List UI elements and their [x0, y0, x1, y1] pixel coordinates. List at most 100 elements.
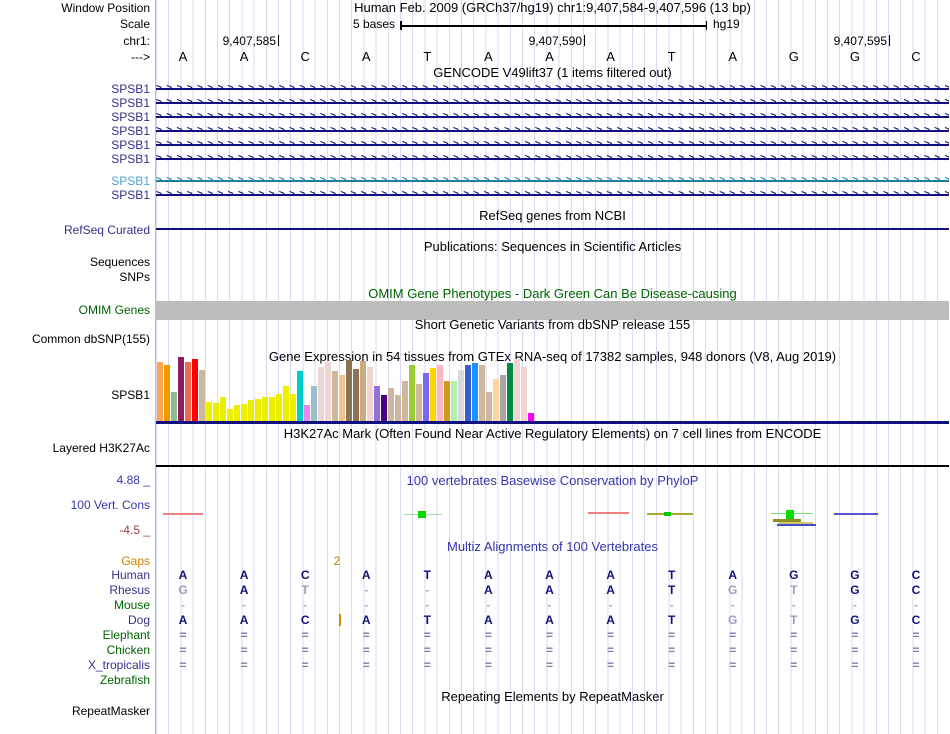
repeatmasker-track-title[interactable]: Repeating Elements by RepeatMasker [156, 690, 949, 704]
gtex-tissue-bar [346, 360, 352, 421]
alignment-base: A [239, 613, 249, 627]
publications-track-title[interactable]: Publications: Sequences in Scientific Ar… [156, 240, 949, 254]
gencode-transcript-label[interactable]: SPSB1 [0, 174, 150, 188]
h3k27ac-track-title[interactable]: H3K27Ac Mark (Often Found Near Active Re… [156, 427, 949, 441]
gencode-transcript-row[interactable]: >>>>>>>>>>>>>>>>>>>>>>>>>>>>>>>>>>>>>>>>… [156, 97, 949, 109]
transcript-arrowheads: >>>>>>>>>>>>>>>>>>>>>>>>>>>>>>>>>>>>>>>>… [156, 97, 949, 108]
conservation-feature [664, 512, 671, 516]
reference-base: A [239, 49, 249, 64]
alignment-base: = [851, 628, 859, 642]
gencode-transcript-label[interactable]: SPSB1 [0, 96, 150, 110]
omim-genes-label[interactable]: OMIM Genes [0, 303, 150, 317]
gtex-tissue-bar [388, 388, 394, 421]
alignment-base: = [545, 658, 553, 672]
multiz-species-label-dog[interactable]: Dog [0, 613, 150, 627]
alignment-base: = [851, 658, 859, 672]
alignment-base: - [242, 598, 247, 612]
alignment-base: - [425, 583, 430, 597]
refseq-curated-gene-line[interactable] [156, 228, 949, 230]
alignment-base: C [911, 568, 921, 582]
ruler-tick [278, 35, 279, 46]
gencode-transcript-row[interactable]: >>>>>>>>>>>>>>>>>>>>>>>>>>>>>>>>>>>>>>>>… [156, 111, 949, 123]
gtex-tissue-bar [500, 375, 506, 421]
gencode-transcript-row[interactable]: >>>>>>>>>>>>>>>>>>>>>>>>>>>>>>>>>>>>>>>>… [156, 189, 949, 201]
gencode-transcript-row[interactable]: >>>>>>>>>>>>>>>>>>>>>>>>>>>>>>>>>>>>>>>>… [156, 125, 949, 137]
reference-base: A [545, 49, 554, 64]
gencode-track-title[interactable]: GENCODE V49lift37 (1 items filtered out) [156, 66, 949, 80]
gencode-transcript-row[interactable]: >>>>>>>>>>>>>>>>>>>>>>>>>>>>>>>>>>>>>>>>… [156, 83, 949, 95]
alignment-base: A [178, 613, 188, 627]
dbsnp-track-title[interactable]: Short Genetic Variants from dbSNP releas… [156, 318, 949, 332]
alignment-base: A [361, 568, 371, 582]
reference-base: A [484, 49, 493, 64]
sequences-label[interactable]: Sequences [0, 255, 150, 269]
conservation-feature [163, 513, 203, 515]
multiz-species-label-x_tropicalis[interactable]: X_tropicalis [0, 658, 150, 672]
alignment-base: G [850, 583, 860, 597]
scale-bases-label: 5 bases [352, 17, 395, 31]
scale-bar-line [400, 25, 707, 27]
alignment-base: = [240, 628, 248, 642]
alignment-base: = [607, 643, 615, 657]
gencode-transcript-label[interactable]: SPSB1 [0, 152, 150, 166]
snps-label[interactable]: SNPs [0, 270, 150, 284]
gencode-transcript-label[interactable]: SPSB1 [0, 82, 150, 96]
multiz-species-label-mouse[interactable]: Mouse [0, 598, 150, 612]
multiz-species-label-human[interactable]: Human [0, 568, 150, 582]
alignment-base: = [912, 628, 920, 642]
gencode-transcript-label[interactable]: SPSB1 [0, 138, 150, 152]
gtex-tissue-bar [472, 363, 478, 421]
vert-cons-label[interactable]: 100 Vert. Cons [0, 498, 150, 512]
gtex-tissue-bar [353, 369, 359, 421]
assembly-position-title: Human Feb. 2009 (GRCh37/hg19) chr1:9,407… [354, 0, 751, 15]
alignment-base: = [301, 628, 309, 642]
gtex-tissue-bar [360, 361, 366, 421]
alignment-base: G [728, 613, 738, 627]
alignment-base: = [423, 628, 431, 642]
repeatmasker-label[interactable]: RepeatMasker [0, 704, 150, 718]
gencode-transcript-label[interactable]: SPSB1 [0, 188, 150, 202]
gtex-tissue-bar [206, 402, 212, 421]
gtex-track-title[interactable]: Gene Expression in 54 tissues from GTEx … [156, 350, 949, 364]
alignment-base: = [545, 628, 553, 642]
gencode-transcript-row[interactable]: >>>>>>>>>>>>>>>>>>>>>>>>>>>>>>>>>>>>>>>>… [156, 153, 949, 165]
alignment-base: = [484, 628, 492, 642]
alignment-base: - [913, 598, 918, 612]
alignment-base: A [606, 568, 615, 582]
omim-track-title[interactable]: OMIM Gene Phenotypes - Dark Green Can Be… [156, 287, 949, 301]
refseq-curated-label[interactable]: RefSeq Curated [0, 223, 150, 237]
gencode-transcript-label[interactable]: SPSB1 [0, 110, 150, 124]
transcript-arrowheads: >>>>>>>>>>>>>>>>>>>>>>>>>>>>>>>>>>>>>>>>… [156, 175, 949, 186]
gencode-transcript-row[interactable]: >>>>>>>>>>>>>>>>>>>>>>>>>>>>>>>>>>>>>>>>… [156, 139, 949, 151]
conservation-feature [588, 512, 629, 514]
gtex-gene-label[interactable]: SPSB1 [0, 388, 150, 402]
alignment-base: - [669, 598, 674, 612]
multiz-species-label-zebrafish[interactable]: Zebrafish [0, 673, 150, 687]
alignment-base: = [423, 658, 431, 672]
common-dbsnp-label[interactable]: Common dbSNP(155) [0, 332, 150, 346]
transcript-arrowheads: >>>>>>>>>>>>>>>>>>>>>>>>>>>>>>>>>>>>>>>>… [156, 139, 949, 150]
gtex-tissue-bar [241, 404, 247, 421]
transcript-arrowheads: >>>>>>>>>>>>>>>>>>>>>>>>>>>>>>>>>>>>>>>>… [156, 111, 949, 122]
conservation-track-title[interactable]: 100 vertebrates Basewise Conservation by… [156, 474, 949, 488]
multiz-species-label-gaps[interactable]: Gaps [0, 554, 150, 568]
gap-count: 2 [333, 554, 341, 568]
gtex-tissue-bar [318, 367, 324, 421]
alignment-base: = [240, 658, 248, 672]
scale-label: Scale [119, 17, 150, 31]
multiz-species-label-elephant[interactable]: Elephant [0, 628, 150, 642]
alignment-base: - [852, 598, 857, 612]
gencode-transcript-label[interactable]: SPSB1 [0, 124, 150, 138]
multiz-species-label-chicken[interactable]: Chicken [0, 643, 150, 657]
gencode-transcript-row[interactable]: >>>>>>>>>>>>>>>>>>>>>>>>>>>>>>>>>>>>>>>>… [156, 175, 949, 187]
layered-h3k27ac-label[interactable]: Layered H3K27Ac [0, 441, 150, 455]
gtex-tissue-bar [269, 397, 275, 421]
alignment-base: = [179, 658, 187, 672]
multiz-track-title[interactable]: Multiz Alignments of 100 Vertebrates [156, 540, 949, 554]
alignment-base: C [300, 613, 310, 627]
refseq-track-title[interactable]: RefSeq genes from NCBI [156, 209, 949, 223]
alignment-base: = [545, 643, 553, 657]
genome-browser-image: Window Position Human Feb. 2009 (GRCh37/… [0, 0, 950, 734]
multiz-species-label-rhesus[interactable]: Rhesus [0, 583, 150, 597]
alignment-base: = [362, 658, 370, 672]
